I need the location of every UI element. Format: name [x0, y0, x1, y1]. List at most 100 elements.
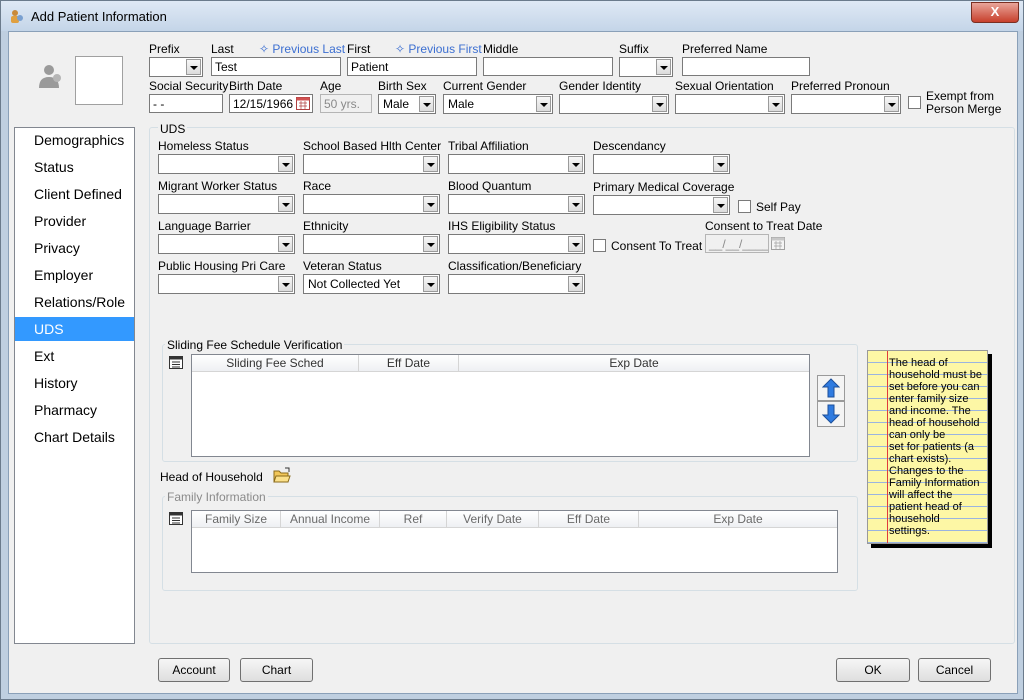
col-verify-date[interactable]: Verify Date [447, 511, 539, 527]
chevron-down-icon[interactable] [423, 276, 438, 292]
middle-name-input[interactable] [483, 57, 613, 76]
last-name-input[interactable]: Test [211, 57, 341, 76]
chevron-down-icon[interactable] [186, 59, 201, 75]
primary-medical-select[interactable] [593, 195, 730, 215]
migrant-worker-select[interactable] [158, 194, 295, 214]
chevron-down-icon[interactable] [656, 59, 671, 75]
language-barrier-select[interactable] [158, 234, 295, 254]
birth-date-value: 12/15/1966 [233, 97, 294, 111]
nav-item-pharmacy[interactable]: Pharmacy [15, 398, 134, 422]
chevron-down-icon[interactable] [768, 96, 783, 112]
chevron-down-icon[interactable] [423, 156, 438, 172]
col-family-size[interactable]: Family Size [192, 511, 281, 527]
nav-item-provider[interactable]: Provider [15, 209, 134, 233]
previous-first-link[interactable]: ✧ Previous First [395, 42, 482, 56]
chevron-down-icon[interactable] [713, 197, 728, 213]
birth-date-input[interactable]: 12/15/1966 [229, 94, 313, 113]
chevron-down-icon[interactable] [568, 276, 583, 292]
consent-date-input[interactable]: __/__/____ [705, 234, 769, 253]
family-info-grid[interactable]: Family Size Annual Income Ref Verify Dat… [191, 510, 838, 573]
col-annual-income[interactable]: Annual Income [281, 511, 380, 527]
nav-item-chart-details[interactable]: Chart Details [15, 425, 134, 449]
chevron-down-icon[interactable] [278, 236, 293, 252]
current-gender-select[interactable]: Male [443, 94, 553, 114]
first-name-input[interactable]: Patient [347, 57, 477, 76]
prefix-label: Prefix [149, 42, 180, 56]
consent-to-treat-checkbox[interactable] [593, 239, 606, 252]
suffix-select[interactable] [619, 57, 673, 77]
preferred-name-input[interactable] [682, 57, 810, 76]
sexual-orientation-label: Sexual Orientation [675, 79, 774, 93]
col-exp-date[interactable]: Exp Date [459, 355, 809, 371]
ethnicity-select[interactable] [303, 234, 440, 254]
section-nav-list: Demographics Status Client Defined Provi… [14, 127, 135, 644]
tribal-affiliation-select[interactable] [448, 154, 585, 174]
blood-quantum-select[interactable] [448, 194, 585, 214]
calendar-icon[interactable] [296, 96, 310, 110]
col-sliding-fee-sched[interactable]: Sliding Fee Sched [192, 355, 359, 371]
nav-item-privacy[interactable]: Privacy [15, 236, 134, 260]
public-housing-select[interactable] [158, 274, 295, 294]
veteran-status-select[interactable]: Not Collected Yet [303, 274, 440, 294]
close-button[interactable]: X [971, 2, 1019, 23]
move-down-button[interactable] [817, 401, 845, 427]
grid-menu-icon[interactable] [168, 511, 184, 526]
chevron-down-icon[interactable] [423, 236, 438, 252]
chevron-down-icon[interactable] [419, 96, 434, 112]
sliding-fee-grid[interactable]: Sliding Fee Sched Eff Date Exp Date [191, 354, 810, 457]
sexual-orientation-select[interactable] [675, 94, 785, 114]
chevron-down-icon[interactable] [278, 276, 293, 292]
chevron-down-icon[interactable] [568, 196, 583, 212]
homeless-status-select[interactable] [158, 154, 295, 174]
col-family-exp-date[interactable]: Exp Date [639, 511, 837, 527]
suffix-label: Suffix [619, 42, 649, 56]
nav-item-client-defined[interactable]: Client Defined [15, 182, 134, 206]
chevron-down-icon[interactable] [652, 96, 667, 112]
classification-select[interactable] [448, 274, 585, 294]
chart-button[interactable]: Chart [240, 658, 313, 682]
title-bar[interactable]: Add Patient Information X [1, 1, 1023, 31]
chevron-down-icon[interactable] [423, 196, 438, 212]
nav-item-ext[interactable]: Ext [15, 344, 134, 368]
arrow-down-icon [822, 404, 840, 424]
chevron-down-icon[interactable] [568, 236, 583, 252]
move-up-button[interactable] [817, 375, 845, 401]
middle-label: Middle [483, 42, 519, 56]
age-field: 50 yrs. [320, 94, 372, 113]
chevron-down-icon[interactable] [278, 156, 293, 172]
nav-item-employer[interactable]: Employer [15, 263, 134, 287]
nav-item-history[interactable]: History [15, 371, 134, 395]
nav-item-uds[interactable]: UDS [15, 317, 134, 341]
descendancy-select[interactable] [593, 154, 730, 174]
nav-item-demographics[interactable]: Demographics [15, 128, 134, 152]
self-pay-checkbox[interactable] [738, 200, 751, 213]
col-family-eff-date[interactable]: Eff Date [539, 511, 639, 527]
school-based-select[interactable] [303, 154, 440, 174]
open-folder-icon[interactable] [273, 467, 291, 485]
gender-identity-select[interactable] [559, 94, 669, 114]
col-ref[interactable]: Ref [380, 511, 447, 527]
chevron-down-icon[interactable] [536, 96, 551, 112]
nav-item-status[interactable]: Status [15, 155, 134, 179]
chevron-down-icon[interactable] [568, 156, 583, 172]
chevron-down-icon[interactable] [278, 196, 293, 212]
ihs-eligibility-select[interactable] [448, 234, 585, 254]
preferred-pronoun-select[interactable] [791, 94, 901, 114]
race-select[interactable] [303, 194, 440, 214]
birth-sex-select[interactable]: Male [378, 94, 436, 114]
exempt-merge-checkbox[interactable] [908, 96, 921, 109]
col-eff-date[interactable]: Eff Date [359, 355, 459, 371]
nav-item-relations-role[interactable]: Relations/Role [15, 290, 134, 314]
account-button[interactable]: Account [158, 658, 230, 682]
prefix-select[interactable] [149, 57, 203, 77]
grid-menu-icon[interactable] [168, 355, 184, 370]
patient-photo-box[interactable] [75, 56, 123, 105]
cancel-button[interactable]: Cancel [918, 658, 991, 682]
ssn-input[interactable]: - - [149, 94, 223, 113]
current-gender-value: Male [448, 97, 475, 111]
previous-last-link[interactable]: ✧ Previous Last [259, 42, 345, 56]
calendar-icon[interactable] [771, 236, 785, 250]
chevron-down-icon[interactable] [884, 96, 899, 112]
ok-button[interactable]: OK [836, 658, 910, 682]
chevron-down-icon[interactable] [713, 156, 728, 172]
